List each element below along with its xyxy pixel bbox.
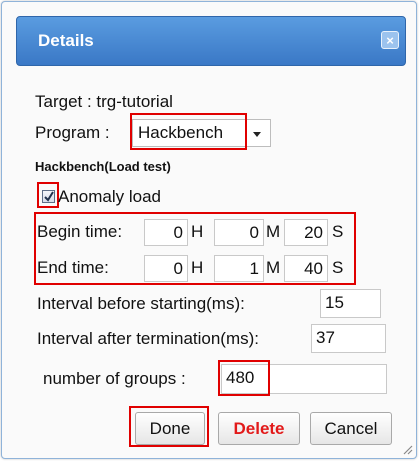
details-dialog: Details × Target : trg-tutorial Program … [1,1,417,459]
target-label: Target : trg-tutorial [35,92,173,111]
interval-after-input[interactable]: 37 [311,324,386,353]
time-highlight [34,212,356,285]
checkbox-highlight [37,182,59,208]
done-highlight [129,406,209,447]
interval-before-input[interactable]: 15 [320,289,381,318]
dialog-title: Details [38,31,94,50]
program-highlight [130,113,247,150]
interval-after-label: Interval after termination(ms): [37,329,260,348]
chevron-down-icon [253,132,261,137]
dialog-titlebar[interactable]: Details × [16,16,406,66]
section-heading: Hackbench(Load test) [35,159,171,174]
interval-before-label: Interval before starting(ms): [37,294,245,313]
delete-button[interactable]: Delete [218,412,300,445]
program-label: Program : [35,123,110,142]
groups-label: number of groups : [43,369,186,388]
cancel-button[interactable]: Cancel [310,412,392,445]
groups-highlight [218,360,270,396]
anomaly-label: Anomaly load [58,187,162,206]
resize-grip-icon[interactable] [401,443,413,455]
close-icon[interactable]: × [381,31,399,49]
